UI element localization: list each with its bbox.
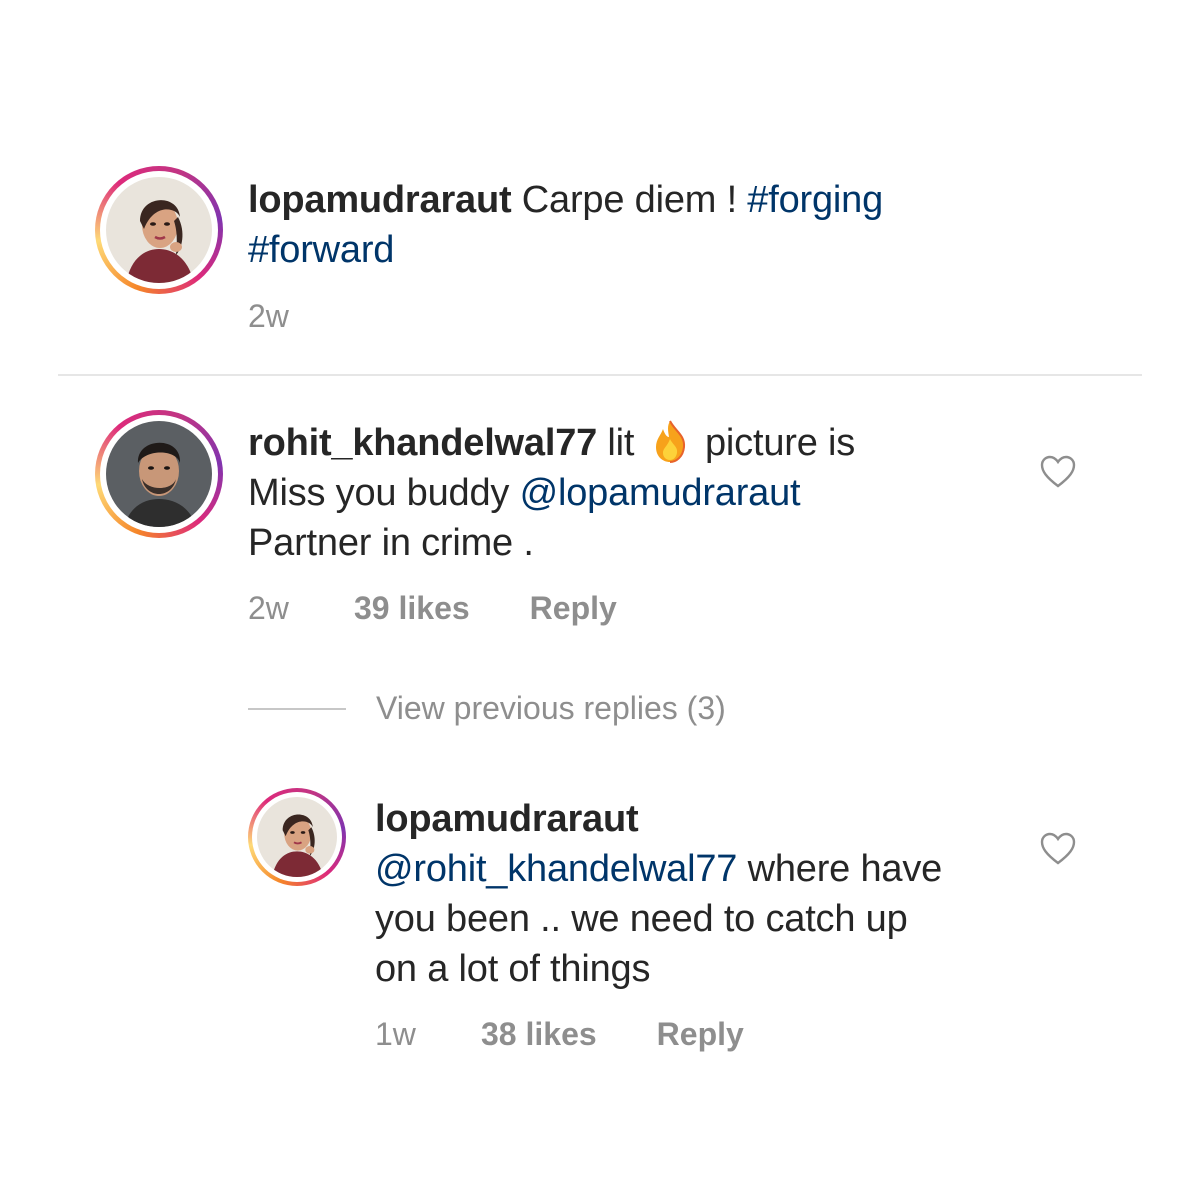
fire-icon — [651, 419, 689, 463]
reply-line3: on a lot of things — [375, 948, 651, 990]
view-previous-replies[interactable]: View previous replies (3) — [248, 690, 726, 727]
comment-reply-button[interactable]: Reply — [530, 590, 617, 627]
caption-time: 2w — [248, 298, 289, 334]
reply-avatar-ring[interactable] — [248, 788, 346, 886]
divider — [58, 374, 1142, 376]
caption-text: lopamudraraut Carpe diem ! #forging #for… — [248, 175, 1008, 275]
reply-body-a: where have — [737, 848, 943, 890]
comment-time: 2w — [248, 590, 289, 626]
avatar — [106, 421, 212, 527]
comment-line3: Partner in crime . — [248, 522, 534, 564]
replies-line — [248, 707, 346, 710]
comment-likes[interactable]: 39 likes — [354, 590, 470, 627]
comment-text: rohit_khandelwal77 lit picture is Miss y… — [248, 418, 1008, 568]
caption-body: Carpe diem ! — [511, 179, 748, 221]
avatar — [257, 797, 337, 877]
hashtag-forward[interactable]: #forward — [248, 229, 394, 271]
reply-line2: you been .. we need to catch up — [375, 898, 908, 940]
reply-time: 1w — [375, 1016, 416, 1052]
caption-username[interactable]: lopamudraraut — [248, 179, 512, 221]
caption-avatar-ring[interactable] — [95, 166, 223, 294]
comment-username[interactable]: rohit_khandelwal77 — [248, 422, 597, 464]
reply-reply-button[interactable]: Reply — [657, 1016, 744, 1053]
hashtag-forging[interactable]: #forging — [747, 179, 883, 221]
comment-line2: Miss you buddy — [248, 472, 520, 514]
comment-like-heart-icon[interactable] — [1040, 455, 1076, 494]
reply-text: lopamudraraut @rohit_khandelwal77 where … — [375, 794, 1015, 994]
reply-likes[interactable]: 38 likes — [481, 1016, 597, 1053]
mention-rohit[interactable]: @rohit_khandelwal77 — [375, 848, 737, 890]
caption-meta: 2w — [248, 298, 289, 335]
reply-meta: 1w 38 likes Reply — [375, 1016, 744, 1053]
comment-body-b: picture is — [694, 422, 856, 464]
reply-username[interactable]: lopamudraraut — [375, 798, 639, 840]
reply-like-heart-icon[interactable] — [1040, 832, 1076, 871]
comment-body-a: lit — [597, 422, 645, 464]
comment-meta: 2w 39 likes Reply — [248, 590, 617, 627]
view-replies-label[interactable]: View previous replies (3) — [376, 690, 726, 727]
avatar — [106, 177, 212, 283]
mention-lopamudraraut[interactable]: @lopamudraraut — [520, 472, 801, 514]
comment-avatar-ring[interactable] — [95, 410, 223, 538]
